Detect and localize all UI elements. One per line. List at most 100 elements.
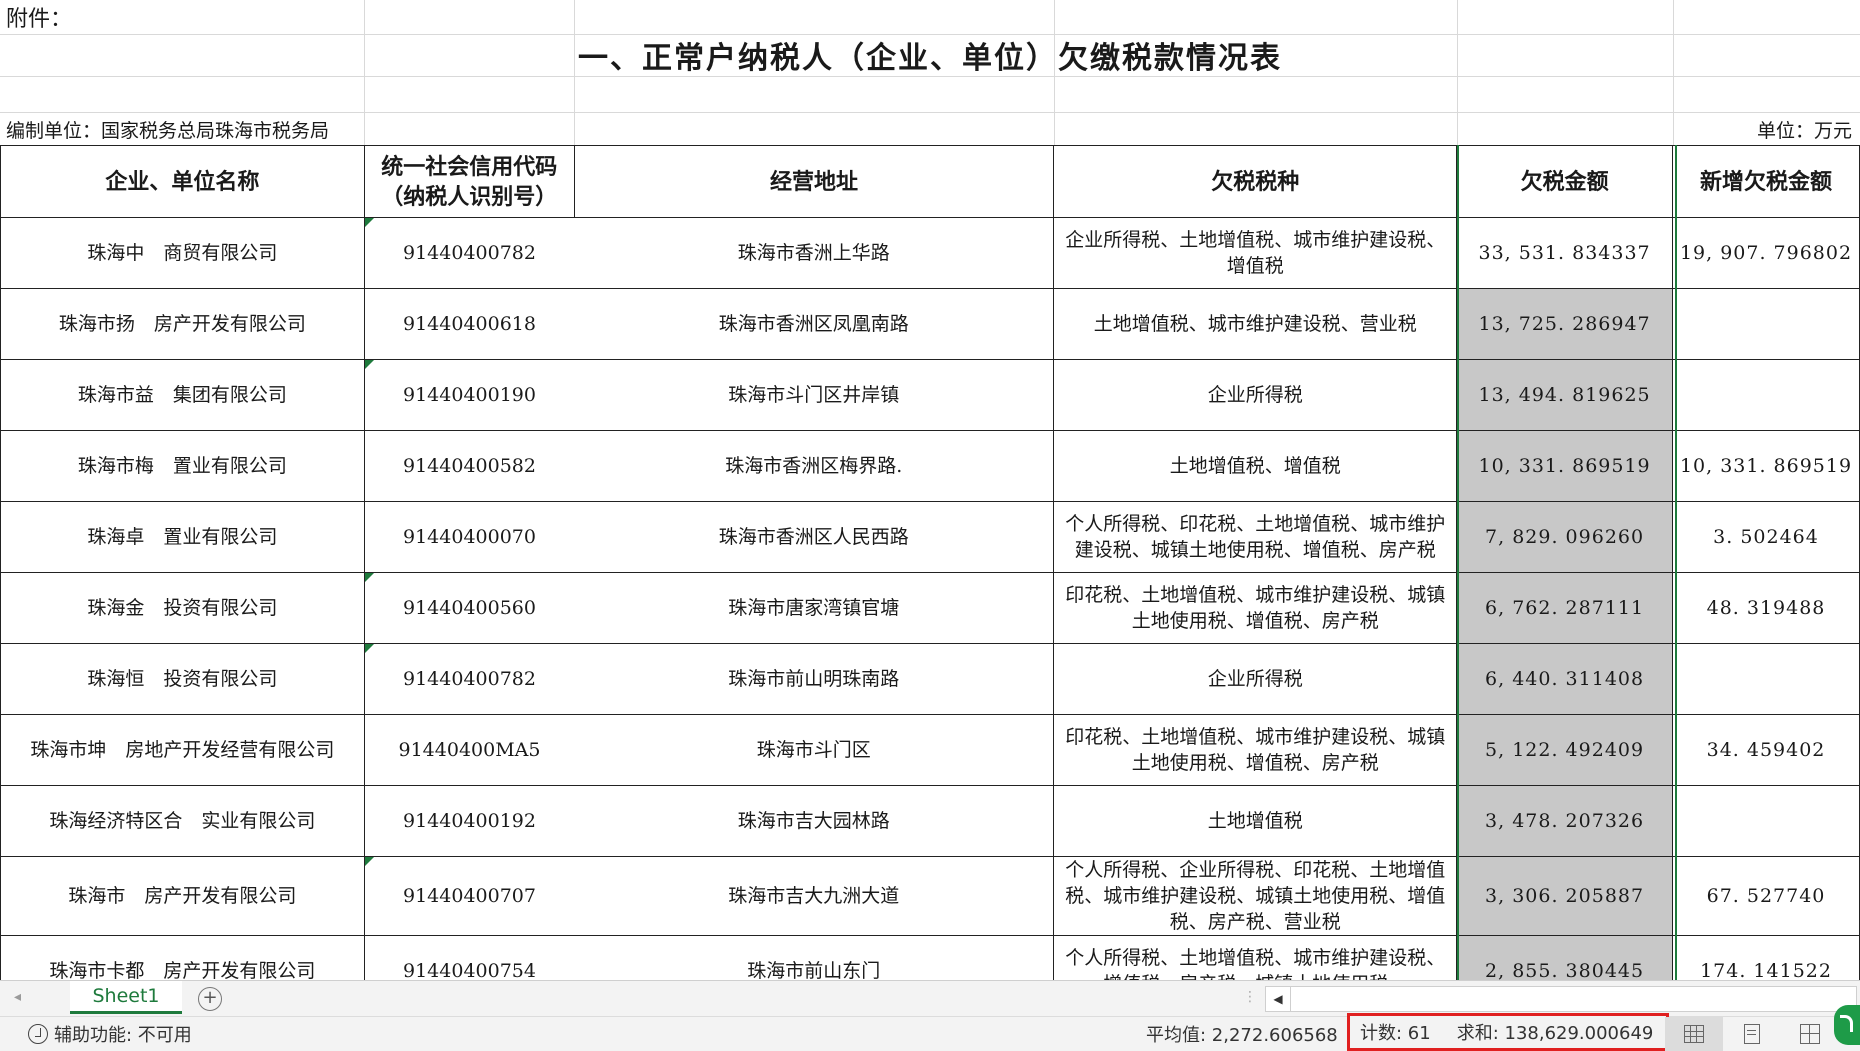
cell-credit-code[interactable]: 91440400192 xyxy=(364,786,574,857)
sheet-tab-sheet1[interactable]: Sheet1 xyxy=(70,981,182,1014)
cell-arrears-amount[interactable]: 6, 762. 287111 xyxy=(1457,573,1673,644)
cell-credit-code[interactable]: 91440400754 xyxy=(364,936,574,981)
scrollbar-divider-icon[interactable]: ⋮ xyxy=(1243,989,1257,1005)
cell-address[interactable]: 珠海市香洲区人民西路 xyxy=(574,502,1054,573)
cell-address[interactable]: 珠海市香洲区凤凰南路 xyxy=(574,289,1054,360)
cell-address[interactable]: 珠海市前山明珠南路 xyxy=(574,644,1054,715)
table-row: 珠海市卡都 房产开发有限公司 91440400754 珠海市前山东门 个人所得税、土地… xyxy=(1,936,1860,981)
accessibility-label: 辅助功能: 不可用 xyxy=(54,1021,192,1047)
page-break-button[interactable] xyxy=(1781,1017,1839,1051)
cell-new-arrears-amount[interactable]: 48. 319488 xyxy=(1673,573,1860,644)
cell-arrears-amount[interactable]: 5, 122. 492409 xyxy=(1457,715,1673,786)
cell-arrears-amount[interactable]: 7, 829. 096260 xyxy=(1457,502,1673,573)
cell-address[interactable]: 珠海市斗门区 xyxy=(574,715,1054,786)
cell-address[interactable]: 珠海市唐家湾镇官塘 xyxy=(574,573,1054,644)
app-logo-icon xyxy=(1834,1005,1860,1045)
cell-tax-types[interactable]: 印花税、土地增值税、城市维护建设税、城镇土地使用税、增值税、房产税 xyxy=(1054,573,1457,644)
cell-company-name[interactable]: 珠海市梅 置业有限公司 xyxy=(1,431,365,502)
cell-tax-types[interactable]: 土地增值税、城市维护建设税、营业税 xyxy=(1054,289,1457,360)
header-name[interactable]: 企业、单位名称 xyxy=(1,146,365,218)
cell-arrears-amount[interactable]: 6, 440. 311408 xyxy=(1457,644,1673,715)
page-layout-button[interactable] xyxy=(1723,1017,1781,1051)
cell-arrears-amount[interactable]: 13, 494. 819625 xyxy=(1457,360,1673,431)
cell-address[interactable]: 珠海市吉大九洲大道 xyxy=(574,857,1054,936)
header-amount[interactable]: 欠税金额 xyxy=(1457,146,1673,218)
cell-new-arrears-amount[interactable] xyxy=(1673,644,1860,715)
cell-marker-icon xyxy=(365,857,374,866)
cell-credit-code[interactable]: 91440400782 xyxy=(364,218,574,289)
accessibility-status[interactable]: 辅助功能: 不可用 xyxy=(28,1017,192,1051)
cell-new-arrears-amount[interactable]: 174. 141522 xyxy=(1673,936,1860,981)
cell-address[interactable]: 珠海市香洲区梅界路. xyxy=(574,431,1054,502)
horizontal-scrollbar[interactable]: ◀ xyxy=(1265,986,1857,1012)
cell-credit-code[interactable]: 91440400582 xyxy=(364,431,574,502)
accessibility-icon xyxy=(28,1024,48,1044)
cell-tax-types[interactable]: 个人所得税、土地增值税、城市维护建设税、增值税、房产税、城镇土地使用税、 xyxy=(1054,936,1457,981)
header-new-amount[interactable]: 新增欠税金额 xyxy=(1673,146,1860,218)
cell-new-arrears-amount[interactable]: 34. 459402 xyxy=(1673,715,1860,786)
add-sheet-button[interactable]: + xyxy=(198,987,222,1011)
cell-company-name[interactable]: 珠海市𡅀 房产开发有限公司 xyxy=(1,857,365,936)
scroll-left-icon[interactable]: ◀ xyxy=(1266,987,1291,1011)
count-value[interactable]: 计数: 61 xyxy=(1360,1019,1431,1045)
sum-value[interactable]: 求和: 138,629.000649 xyxy=(1457,1019,1654,1045)
cell-new-arrears-amount[interactable]: 19, 907. 796802 xyxy=(1673,218,1860,289)
cell-tax-types[interactable]: 个人所得税、企业所得税、印花税、土地增值税、城市维护建设税、城镇土地使用税、增值… xyxy=(1054,857,1457,936)
grid-view-icon xyxy=(1684,1025,1704,1043)
cell-company-name[interactable]: 珠海市卡都 房产开发有限公司 xyxy=(1,936,365,981)
cell-marker-icon xyxy=(365,360,374,369)
cell-credit-code[interactable]: 91440400560 xyxy=(364,573,574,644)
cell-credit-code[interactable]: 91440400190 xyxy=(364,360,574,431)
cell-company-name[interactable]: 珠海卓 置业有限公司 xyxy=(1,502,365,573)
cell-tax-types[interactable]: 企业所得税 xyxy=(1054,644,1457,715)
cell-tax-types[interactable]: 土地增值税、增值税 xyxy=(1054,431,1457,502)
header-taxes[interactable]: 欠税税种 xyxy=(1054,146,1457,218)
cell-company-name[interactable]: 珠海市扬 房产开发有限公司 xyxy=(1,289,365,360)
attachment-label: 附件： xyxy=(6,0,72,34)
cell-credit-code[interactable]: 91440400MA5 xyxy=(364,715,574,786)
cell-company-name[interactable]: 珠海市益 集团有限公司 xyxy=(1,360,365,431)
average-value[interactable]: 平均值: 2,272.606568 xyxy=(1146,1017,1338,1051)
cell-new-arrears-amount[interactable]: 3. 502464 xyxy=(1673,502,1860,573)
cell-tax-types[interactable]: 土地增值税 xyxy=(1054,786,1457,857)
cell-company-name[interactable]: 珠海经济特区合 实业有限公司 xyxy=(1,786,365,857)
cell-new-arrears-amount[interactable] xyxy=(1673,289,1860,360)
cell-tax-types[interactable]: 印花税、土地增值税、城市维护建设税、城镇土地使用税、增值税、房产税 xyxy=(1054,715,1457,786)
header-code[interactable]: 统一社会信用代码（纳税人识别号） xyxy=(364,146,574,218)
page-break-icon xyxy=(1800,1024,1820,1044)
cell-address[interactable]: 珠海市斗门区井岸镇 xyxy=(574,360,1054,431)
plus-circle-icon: + xyxy=(202,987,217,1008)
cell-address[interactable]: 珠海市吉大园林路 xyxy=(574,786,1054,857)
cell-tax-types[interactable]: 企业所得税、土地增值税、城市维护建设税、增值税 xyxy=(1054,218,1457,289)
cell-company-name[interactable]: 珠海中 商贸有限公司 xyxy=(1,218,365,289)
cell-credit-code[interactable]: 91440400618 xyxy=(364,289,574,360)
cell-credit-code[interactable]: 91440400707 xyxy=(364,857,574,936)
cell-arrears-amount[interactable]: 3, 478. 207326 xyxy=(1457,786,1673,857)
cell-arrears-amount[interactable]: 33, 531. 834337 xyxy=(1457,218,1673,289)
status-bar: 辅助功能: 不可用 平均值: 2,272.606568 计数: 61 求和: 1… xyxy=(0,1016,1860,1051)
cell-tax-types[interactable]: 个人所得税、印花税、土地增值税、城市维护建设税、城镇土地使用税、增值税、房产税 xyxy=(1054,502,1457,573)
cell-new-arrears-amount[interactable]: 67. 527740 xyxy=(1673,857,1860,936)
header-address[interactable]: 经营地址 xyxy=(574,146,1054,218)
cell-arrears-amount[interactable]: 13, 725. 286947 xyxy=(1457,289,1673,360)
cell-address[interactable]: 珠海市香洲上华路 xyxy=(574,218,1054,289)
cell-new-arrears-amount[interactable]: 10, 331. 869519 xyxy=(1673,431,1860,502)
cell-tax-types[interactable]: 企业所得税 xyxy=(1054,360,1457,431)
cell-arrears-amount[interactable]: 3, 306. 205887 xyxy=(1457,857,1673,936)
cell-company-name[interactable]: 珠海金 投资有限公司 xyxy=(1,573,365,644)
table-row: 珠海市梅 置业有限公司 91440400582 珠海市香洲区梅界路. 土地增值税、增值… xyxy=(1,431,1860,502)
cell-new-arrears-amount[interactable] xyxy=(1673,360,1860,431)
cell-address[interactable]: 珠海市前山东门 xyxy=(574,936,1054,981)
page-layout-icon xyxy=(1744,1024,1760,1044)
normal-view-button[interactable] xyxy=(1665,1017,1723,1051)
cell-arrears-amount[interactable]: 2, 855. 380445 xyxy=(1457,936,1673,981)
cell-credit-code[interactable]: 91440400782 xyxy=(364,644,574,715)
spreadsheet-grid[interactable]: 附件： 一、正常户纳税人（企业、单位）欠缴税款情况表 编制单位：国家税务总局珠海… xyxy=(0,0,1860,980)
cell-arrears-amount[interactable]: 10, 331. 869519 xyxy=(1457,431,1673,502)
cell-company-name[interactable]: 珠海市坤 房地产开发经营有限公司 xyxy=(1,715,365,786)
tab-scroll-left-icon[interactable]: ◂ xyxy=(14,989,21,1005)
cell-company-name[interactable]: 珠海恒 投资有限公司 xyxy=(1,644,365,715)
cell-credit-code[interactable]: 91440400070 xyxy=(364,502,574,573)
cell-new-arrears-amount[interactable] xyxy=(1673,786,1860,857)
table-row: 珠海恒 投资有限公司 91440400782 珠海市前山明珠南路 企业所得税 6, 44… xyxy=(1,644,1860,715)
